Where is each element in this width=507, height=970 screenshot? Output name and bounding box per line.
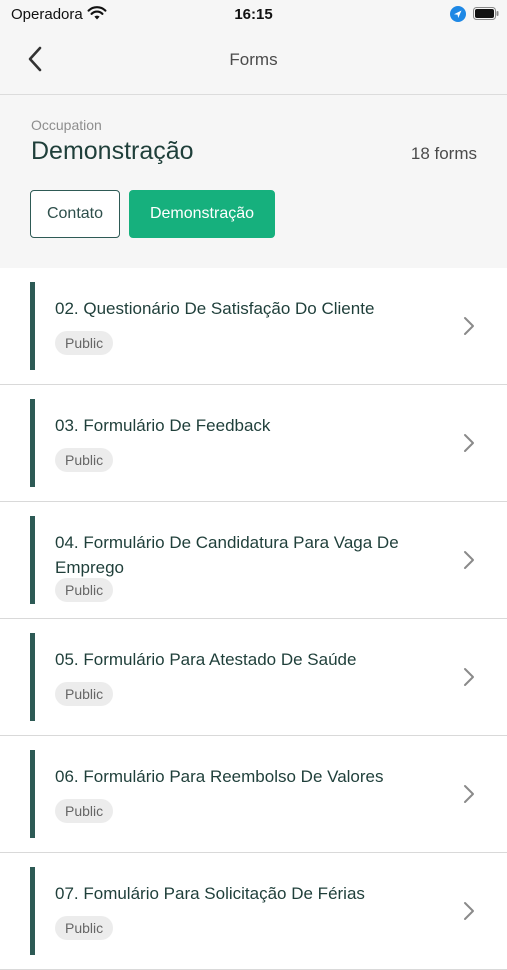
status-bar: Operadora 16:15	[0, 0, 507, 30]
form-title: 02. Questionário De Satisfação Do Client…	[55, 299, 375, 318]
forms-count: 18 forms	[410, 144, 477, 163]
form-title: 06. Formulário Para Reembolso De Valores	[55, 767, 384, 786]
form-list-item[interactable]: 06. Formulário Para Reembolso De Valores…	[0, 736, 507, 853]
page-title: Forms	[229, 50, 278, 69]
chevron-right-icon	[464, 785, 474, 803]
chevron-right-icon	[464, 668, 474, 686]
clock: 16:15	[234, 6, 273, 23]
visibility-badge: Public	[55, 682, 114, 706]
chevron-right-icon	[464, 434, 474, 452]
form-title: 04. Formulário De Candidatura Para Vaga …	[55, 533, 399, 577]
occupation-label: Occupation	[31, 117, 102, 133]
location-icon	[450, 6, 466, 22]
visibility-badge: Public	[55, 578, 114, 602]
form-title: 03. Formulário De Feedback	[55, 416, 271, 435]
visibility-badge: Public	[55, 916, 114, 940]
chevron-right-icon	[464, 902, 474, 920]
visibility-badge: Public	[55, 331, 114, 355]
filter-contato-button[interactable]: Contato	[30, 190, 120, 238]
chevron-right-icon	[464, 551, 474, 569]
form-list-item[interactable]: 03. Formulário De Feedback Public	[0, 385, 507, 502]
form-title: 05. Formulário Para Atestado De Saúde	[55, 650, 357, 669]
forms-list: 02. Questionário De Satisfação Do Client…	[0, 268, 507, 970]
visibility-badge: Public	[55, 448, 114, 472]
filter-demonstracao-button[interactable]: Demonstração	[129, 190, 275, 238]
battery-icon	[473, 7, 499, 20]
navigation-bar: Forms	[0, 30, 507, 95]
form-list-item[interactable]: 04. Formulário De Candidatura Para Vaga …	[0, 502, 507, 619]
chevron-right-icon	[464, 317, 474, 335]
form-list-item[interactable]: 05. Formulário Para Atestado De Saúde Pu…	[0, 619, 507, 736]
visibility-badge: Public	[55, 799, 114, 823]
occupation-name: Demonstração	[31, 137, 194, 165]
form-list-item[interactable]: 02. Questionário De Satisfação Do Client…	[0, 268, 507, 385]
form-title: 07. Fomulário Para Solicitação De Férias	[55, 884, 365, 903]
form-list-item[interactable]: 07. Fomulário Para Solicitação De Férias…	[0, 853, 507, 970]
